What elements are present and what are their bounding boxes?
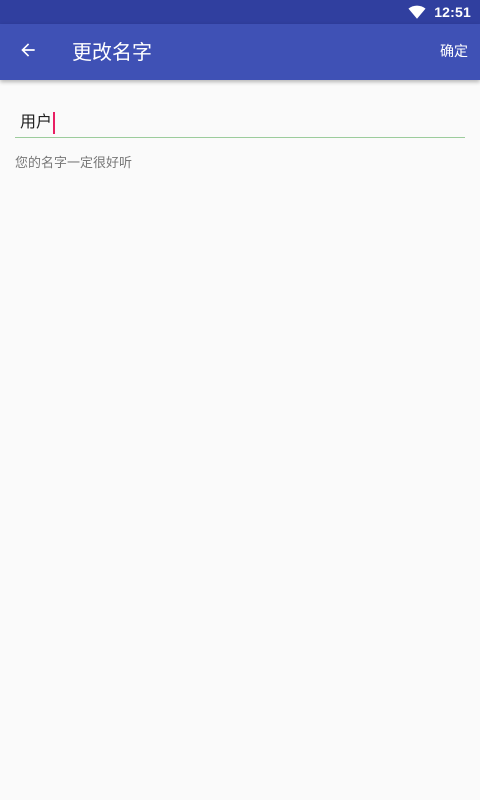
name-helper-text: 您的名字一定很好听 — [15, 156, 133, 171]
status-time: 12:51 — [434, 4, 471, 20]
page-title: 更改名字 — [72, 40, 152, 64]
name-input[interactable]: 用户 — [15, 110, 465, 138]
arrow-left-icon — [18, 40, 38, 64]
text-cursor — [53, 111, 56, 134]
name-input-value: 用户 — [20, 110, 56, 134]
main-content: 用户 您的名字一定很好听 — [0, 80, 480, 800]
status-bar: 12:51 — [0, 0, 480, 24]
name-input-text: 用户 — [20, 112, 53, 131]
app-toolbar: 更改名字 确定 — [0, 24, 480, 80]
back-button[interactable] — [12, 36, 44, 68]
wifi-icon — [408, 3, 426, 21]
confirm-button[interactable]: 确定 — [440, 42, 468, 62]
